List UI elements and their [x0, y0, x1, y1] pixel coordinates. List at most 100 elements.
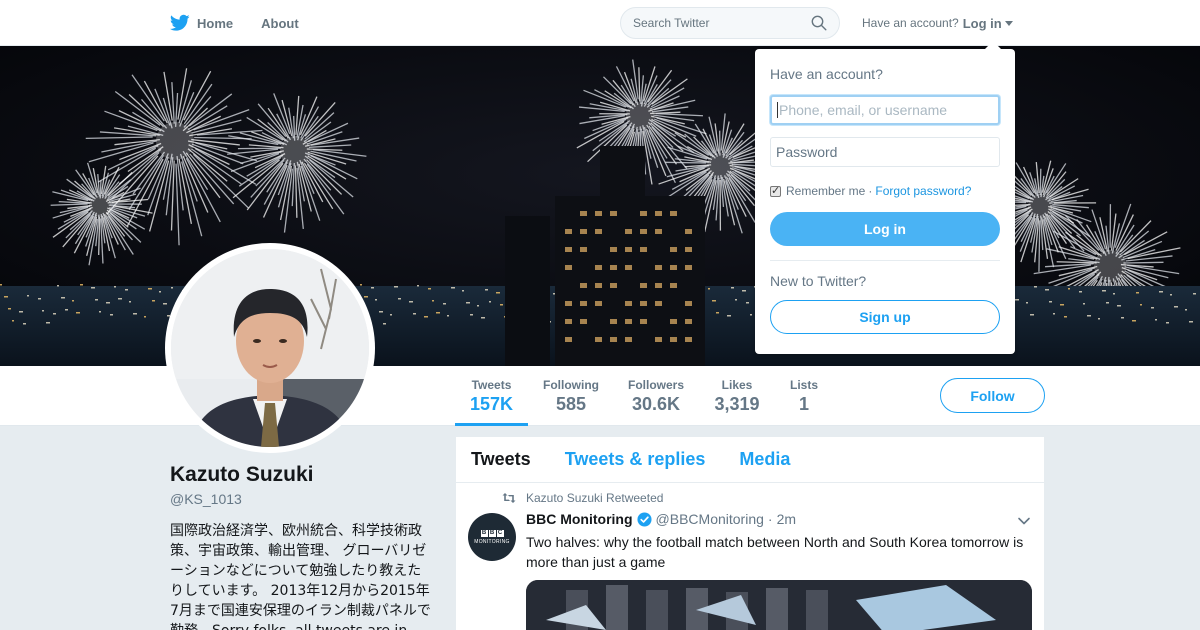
city-light	[114, 286, 116, 288]
profile-handle[interactable]: @KS_1013	[170, 491, 242, 507]
nav-left: Home About	[170, 0, 327, 46]
building-window	[610, 265, 617, 270]
stat-tweets[interactable]: Tweets 157K	[455, 366, 528, 426]
city-light	[1185, 309, 1187, 311]
tab-tweets[interactable]: Tweets	[471, 449, 531, 470]
stat-label: Lists	[789, 378, 818, 392]
building-window	[640, 301, 647, 306]
building-window	[610, 337, 617, 342]
building-window	[565, 265, 572, 270]
city-light	[398, 298, 401, 300]
tweet-author-handle[interactable]: @BBCMonitoring	[656, 511, 764, 527]
chevron-down-icon[interactable]	[1016, 513, 1032, 529]
password-input[interactable]: Password	[770, 137, 1000, 167]
building-window	[565, 319, 572, 324]
building-window	[625, 319, 632, 324]
city-light	[1132, 320, 1136, 322]
city-light	[0, 284, 2, 286]
city-light	[61, 297, 65, 299]
city-light	[19, 311, 23, 313]
timeline: Tweets Tweets & replies Media Kazuto Suz…	[456, 437, 1044, 630]
building-window	[565, 301, 572, 306]
building-window	[565, 337, 572, 342]
verified-badge-icon	[637, 511, 652, 527]
city-light	[500, 304, 503, 306]
tweet-media[interactable]	[526, 580, 1032, 630]
nav-about[interactable]: About	[261, 0, 299, 46]
city-light	[1166, 322, 1169, 324]
follow-button[interactable]: Follow	[940, 378, 1045, 413]
retweet-context-text[interactable]: Kazuto Suzuki Retweeted	[526, 491, 663, 505]
city-light	[432, 300, 434, 302]
city-light	[383, 323, 386, 325]
building-window	[670, 319, 677, 324]
city-light	[1102, 290, 1106, 292]
stat-value: 30.6K	[631, 394, 681, 414]
stat-following[interactable]: Following 585	[538, 366, 604, 426]
city-light	[76, 312, 80, 314]
tweet-author-name[interactable]: BBC Monitoring	[526, 511, 633, 527]
city-light	[712, 300, 716, 302]
tab-tweets-replies[interactable]: Tweets & replies	[565, 449, 706, 470]
city-light	[171, 287, 173, 289]
city-light	[485, 289, 488, 291]
city-light	[470, 314, 473, 316]
city-light	[1121, 317, 1124, 319]
building-window	[670, 247, 677, 252]
profile-name: Kazuto Suzuki	[170, 463, 314, 486]
signup-button[interactable]: Sign up	[770, 300, 1000, 334]
building-window	[640, 247, 647, 252]
remember-me-checkbox[interactable]	[770, 184, 781, 197]
city-light	[1113, 293, 1115, 295]
tweet-media-image	[526, 580, 1032, 630]
city-light	[1155, 319, 1157, 321]
building-window	[655, 211, 662, 216]
city-light	[72, 300, 74, 302]
search-input[interactable]: Search Twitter	[620, 7, 840, 39]
building-window	[610, 283, 617, 288]
profile-avatar[interactable]	[165, 243, 375, 453]
forgot-password-link[interactable]: Forgot password?	[875, 184, 971, 198]
tweet-header: BBC Monitoring @BBCMonitoring · 2m	[526, 511, 796, 527]
building-window	[685, 301, 692, 306]
city-light	[57, 285, 59, 287]
login-dropdown-toggle[interactable]: Log in	[963, 16, 1013, 31]
nav-home[interactable]: Home	[170, 0, 233, 46]
city-light	[727, 315, 731, 317]
city-light	[1049, 301, 1052, 303]
stat-lists[interactable]: Lists 1	[784, 366, 824, 426]
city-light	[91, 287, 95, 289]
city-light	[428, 288, 431, 290]
building-window	[595, 211, 602, 216]
remember-me-label[interactable]: Remember me	[786, 184, 865, 198]
login-button[interactable]: Log in	[770, 212, 1000, 246]
stat-followers[interactable]: Followers 30.6K	[623, 366, 689, 426]
tweet-timestamp[interactable]: 2m	[777, 511, 796, 527]
city-light	[375, 299, 377, 301]
building-window	[685, 337, 692, 342]
building-window	[580, 211, 587, 216]
avatar-photo	[171, 249, 369, 447]
city-light	[106, 302, 110, 304]
building-window	[655, 337, 662, 342]
city-light	[477, 305, 479, 307]
account-area: Have an account? Log in	[862, 0, 1013, 46]
city-light	[417, 285, 419, 287]
stat-likes[interactable]: Likes 3,319	[707, 366, 767, 426]
city-light	[1140, 304, 1142, 306]
building-window	[640, 211, 647, 216]
username-input[interactable]: Phone, email, or username	[770, 95, 1000, 125]
search-icon[interactable]	[811, 15, 827, 31]
building-window	[580, 247, 587, 252]
city-light	[118, 298, 122, 300]
tab-media[interactable]: Media	[739, 449, 790, 470]
profile-bio: 国際政治経済学、欧州統合、科学技術政策、宇宙政策、輸出管理、 グローバリゼーショ…	[170, 523, 431, 630]
building-window	[625, 265, 632, 270]
building-window	[610, 247, 617, 252]
tweet-author-avatar[interactable]: B B C MONITORING	[468, 513, 516, 561]
city-light	[390, 314, 392, 316]
building-window	[610, 319, 617, 324]
city-light	[1170, 294, 1172, 296]
stat-value: 157K	[469, 394, 514, 414]
city-light	[1079, 291, 1082, 293]
